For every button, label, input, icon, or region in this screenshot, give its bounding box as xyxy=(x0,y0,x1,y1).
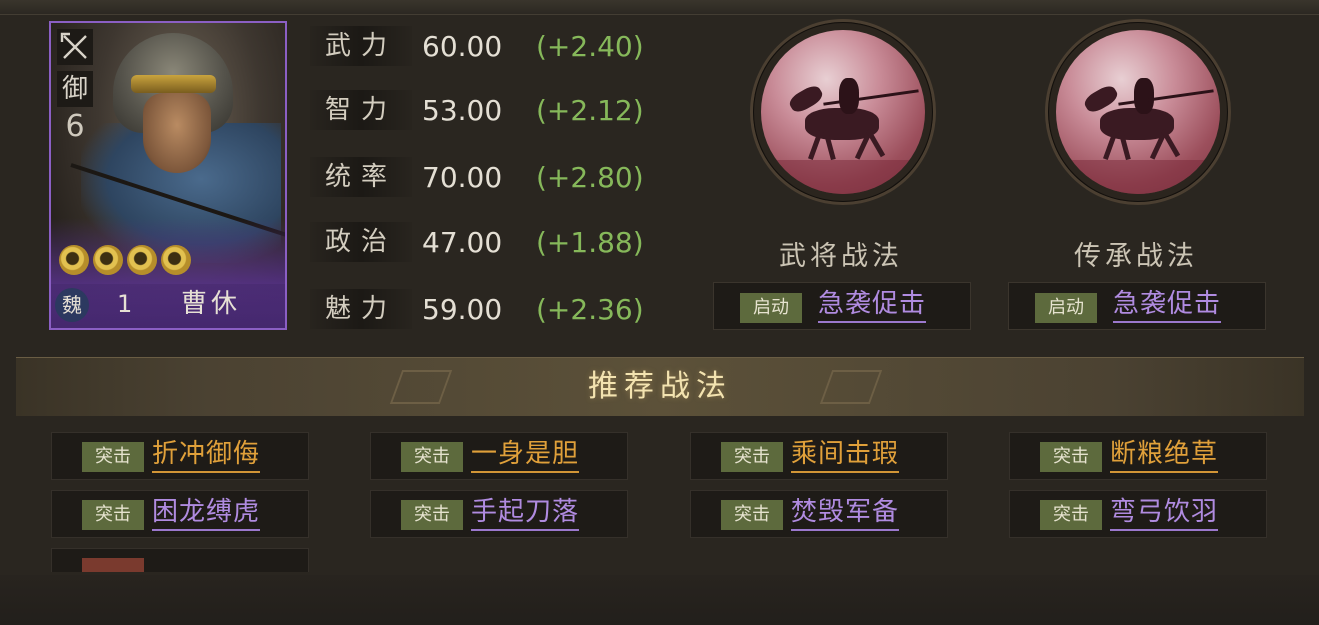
stat-bonus: (+2.80) xyxy=(536,161,644,194)
recommended-item[interactable]: 突击 折冲御侮 xyxy=(51,432,309,480)
recommended-tactic-name[interactable]: 焚毁军备 xyxy=(791,495,900,531)
tactic-type-tag: 突击 xyxy=(1040,442,1102,472)
top-strip xyxy=(0,0,1319,15)
inherit-tactic-medallion[interactable] xyxy=(1048,22,1228,202)
stat-label: 智力 xyxy=(310,90,412,130)
recommended-item[interactable]: 突击 手起刀落 xyxy=(370,490,628,538)
stat-bonus: (+2.12) xyxy=(536,94,644,127)
general-level: 1 xyxy=(117,290,133,318)
stat-label: 武力 xyxy=(310,26,412,66)
star-icon xyxy=(93,245,123,275)
stat-label: 政治 xyxy=(310,222,412,262)
general-tactic-name[interactable]: 急袭促击 xyxy=(818,287,927,323)
general-tactic-box[interactable]: 启动 急袭促击 xyxy=(713,282,971,330)
portrait-visor xyxy=(131,75,216,93)
stat-value: 47.00 xyxy=(422,226,503,259)
stat-row-force: 武力 60.00 (+2.40) xyxy=(310,24,670,68)
portrait-face xyxy=(143,93,211,173)
tactic-type-tag: 启动 xyxy=(1035,293,1097,323)
stat-row-charisma: 魅力 59.00 (+2.36) xyxy=(310,287,670,331)
recommended-item-partial[interactable] xyxy=(51,548,309,572)
general-tactic-title: 武将战法 xyxy=(779,241,903,272)
tactic-type-tag: 启动 xyxy=(740,293,802,323)
recommended-item[interactable]: 突击 一身是胆 xyxy=(370,432,628,480)
star-icon xyxy=(161,245,191,275)
general-tactic-medallion[interactable] xyxy=(753,22,933,202)
tactic-type-tag: 突击 xyxy=(82,442,144,472)
recommended-item[interactable]: 突击 弯弓饮羽 xyxy=(1009,490,1267,538)
star-icon xyxy=(59,245,89,275)
recommended-tactic-name[interactable]: 困龙缚虎 xyxy=(152,495,261,531)
stat-row-intelligence: 智力 53.00 (+2.12) xyxy=(310,88,670,132)
recommended-item[interactable]: 突击 乘间击瑕 xyxy=(690,432,948,480)
recommended-tactic-name[interactable]: 折冲御侮 xyxy=(152,437,261,473)
stat-label: 统率 xyxy=(310,157,412,197)
stat-bonus: (+1.88) xyxy=(536,226,644,259)
stat-value: 70.00 xyxy=(422,161,503,194)
recommended-item[interactable]: 突击 断粮绝草 xyxy=(1009,432,1267,480)
general-tactic: 武将战法 启动 急袭促击 xyxy=(713,22,973,332)
star-icon xyxy=(127,245,157,275)
bow-icon xyxy=(57,29,93,65)
tactic-type-tag xyxy=(82,558,144,572)
tactic-type-tag: 突击 xyxy=(82,500,144,530)
inherit-tactic-title: 传承战法 xyxy=(1074,241,1198,272)
inherit-tactic: 传承战法 启动 急袭促击 xyxy=(1008,22,1268,332)
recommended-tactic-name[interactable]: 弯弓饮羽 xyxy=(1110,495,1219,531)
recommended-tactic-name[interactable]: 断粮绝草 xyxy=(1110,437,1219,473)
recommended-list[interactable]: 突击 折冲御侮 突击 一身是胆 突击 乘间击瑕 突击 断粮绝草 突击 困龙缚虎 … xyxy=(16,416,1304,572)
general-card[interactable]: 御 6 魏 1 曹休 xyxy=(49,21,287,330)
stat-bonus: (+2.36) xyxy=(536,293,644,326)
recommended-tactic-name[interactable]: 一身是胆 xyxy=(471,437,580,473)
tactic-type-tag: 突击 xyxy=(401,500,463,530)
bottom-strip xyxy=(0,575,1319,625)
inherit-tactic-name[interactable]: 急袭促击 xyxy=(1113,287,1222,323)
stat-value: 59.00 xyxy=(422,293,503,326)
inherit-tactic-box[interactable]: 启动 急袭促击 xyxy=(1008,282,1266,330)
stat-value: 60.00 xyxy=(422,30,503,63)
recommended-tactic-name[interactable]: 乘间击瑕 xyxy=(791,437,900,473)
troop-type-label: 御 xyxy=(57,71,93,107)
recommended-item[interactable]: 突击 困龙缚虎 xyxy=(51,490,309,538)
stat-row-command: 统率 70.00 (+2.80) xyxy=(310,155,670,199)
tactic-type-tag: 突击 xyxy=(721,442,783,472)
faction-badge: 魏 xyxy=(55,288,89,322)
stat-bonus: (+2.40) xyxy=(536,30,644,63)
stat-value: 53.00 xyxy=(422,94,503,127)
cavalry-charge-icon xyxy=(1056,30,1220,194)
cavalry-charge-icon xyxy=(761,30,925,194)
tactic-type-tag: 突击 xyxy=(1040,500,1102,530)
cost-value: 6 xyxy=(65,109,85,144)
recommended-tactic-name[interactable]: 手起刀落 xyxy=(471,495,580,531)
tactic-type-tag: 突击 xyxy=(721,500,783,530)
tactic-type-tag: 突击 xyxy=(401,442,463,472)
general-name: 曹休 xyxy=(181,289,242,319)
stat-row-politics: 政治 47.00 (+1.88) xyxy=(310,220,670,264)
stat-label: 魅力 xyxy=(310,289,412,329)
recommended-header: 推荐战法 xyxy=(16,357,1304,417)
recommended-item[interactable]: 突击 焚毁军备 xyxy=(690,490,948,538)
star-rating xyxy=(59,245,191,275)
recommended-title: 推荐战法 xyxy=(588,369,732,404)
